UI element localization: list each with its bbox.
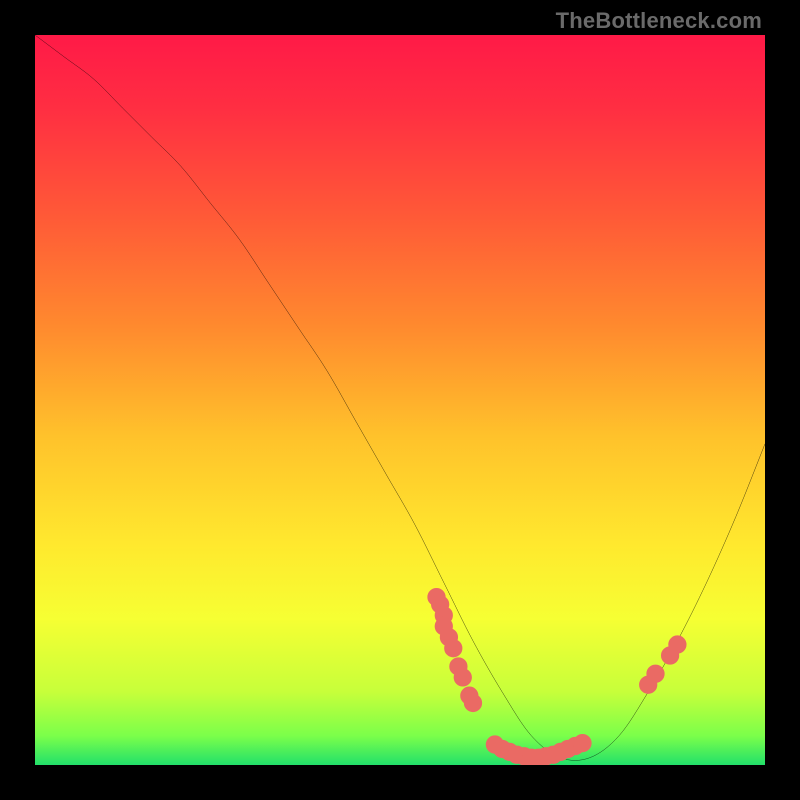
- bottleneck-curve: [35, 35, 765, 760]
- scatter-points: [431, 592, 683, 764]
- watermark-text: TheBottleneck.com: [556, 8, 762, 34]
- data-point: [577, 738, 588, 749]
- data-point: [650, 668, 661, 679]
- chart-frame: TheBottleneck.com: [0, 0, 800, 800]
- data-point: [448, 643, 459, 654]
- data-point: [468, 697, 479, 708]
- plot-area: [35, 35, 765, 765]
- data-point: [672, 639, 683, 650]
- data-point: [457, 672, 468, 683]
- curve-layer: [35, 35, 765, 765]
